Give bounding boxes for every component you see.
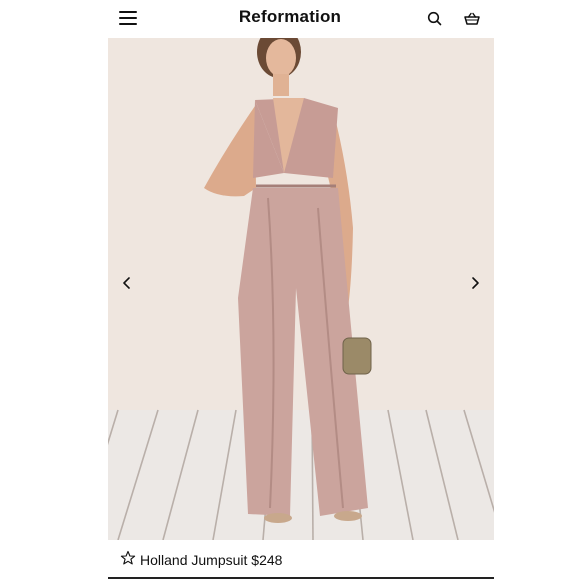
bottom-divider	[108, 577, 494, 579]
product-name: Holland Jumpsuit	[140, 552, 248, 568]
star-outline-icon[interactable]	[120, 550, 136, 566]
search-icon[interactable]	[425, 9, 445, 29]
shopping-basket-icon[interactable]	[462, 9, 482, 29]
product-title: Holland Jumpsuit $248	[140, 552, 282, 568]
product-image[interactable]	[108, 38, 494, 540]
chevron-left-icon[interactable]	[117, 273, 137, 293]
brand-logo[interactable]: Reformation	[0, 7, 580, 27]
chevron-right-icon[interactable]	[465, 273, 485, 293]
top-nav-bar: Reformation	[0, 0, 580, 38]
product-price: $248	[251, 552, 283, 568]
